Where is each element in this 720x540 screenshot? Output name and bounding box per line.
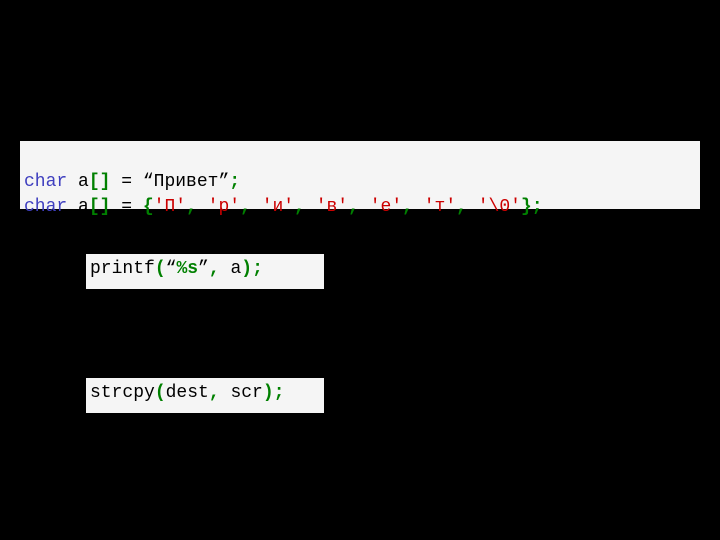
open-paren: ( <box>155 259 166 279</box>
brackets: [] <box>89 172 111 192</box>
close-paren-semi: ); <box>241 259 263 279</box>
arg-dest: dest <box>166 383 209 403</box>
char-literal: 'в' <box>316 197 348 217</box>
open-brace: { <box>143 197 154 217</box>
arg-a: a <box>230 259 241 279</box>
fn-printf: printf <box>90 259 155 279</box>
fn-strcpy: strcpy <box>90 383 155 403</box>
code-block-char-array: char a[] = “Привет”; char a[] = {'П', 'р… <box>20 141 700 209</box>
sep: , <box>240 197 262 217</box>
identifier-a: a <box>67 197 89 217</box>
equals: = <box>110 197 142 217</box>
identifier-a: a <box>67 172 89 192</box>
semicolon: ; <box>229 172 240 192</box>
char-literal: 'и' <box>262 197 294 217</box>
char-literal: 'е' <box>370 197 402 217</box>
char-literal: '\0' <box>478 197 521 217</box>
equals: = <box>110 172 142 192</box>
char-literal: 'р' <box>208 197 240 217</box>
string-literal: Привет <box>154 172 219 192</box>
close-quote: ” <box>218 172 229 192</box>
char-literal: 'т' <box>424 197 456 217</box>
open-paren: ( <box>155 383 166 403</box>
close-paren-semi: ); <box>263 383 285 403</box>
open-quote: “ <box>166 259 177 279</box>
keyword-char: char <box>24 197 67 217</box>
sep: , <box>209 259 231 279</box>
code-block-strcpy: strcpy(dest, scr); <box>86 378 324 413</box>
sep: , <box>402 197 424 217</box>
brackets: [] <box>89 197 111 217</box>
format-spec: %s <box>176 259 198 279</box>
sep: , <box>186 197 208 217</box>
close-brace-semi: }; <box>521 197 543 217</box>
sep: , <box>456 197 478 217</box>
open-quote: “ <box>143 172 154 192</box>
close-quote: ” <box>198 259 209 279</box>
sep: , <box>348 197 370 217</box>
code-line-2: char a[] = {'П', 'р', 'и', 'в', 'е', 'т'… <box>24 197 543 217</box>
char-literal: 'П' <box>154 197 186 217</box>
sep: , <box>209 383 231 403</box>
code-block-printf: printf(“%s”, a); <box>86 254 324 289</box>
sep: , <box>294 197 316 217</box>
arg-scr: scr <box>230 383 262 403</box>
keyword-char: char <box>24 172 67 192</box>
code-line-1: char a[] = “Привет”; <box>24 172 240 192</box>
